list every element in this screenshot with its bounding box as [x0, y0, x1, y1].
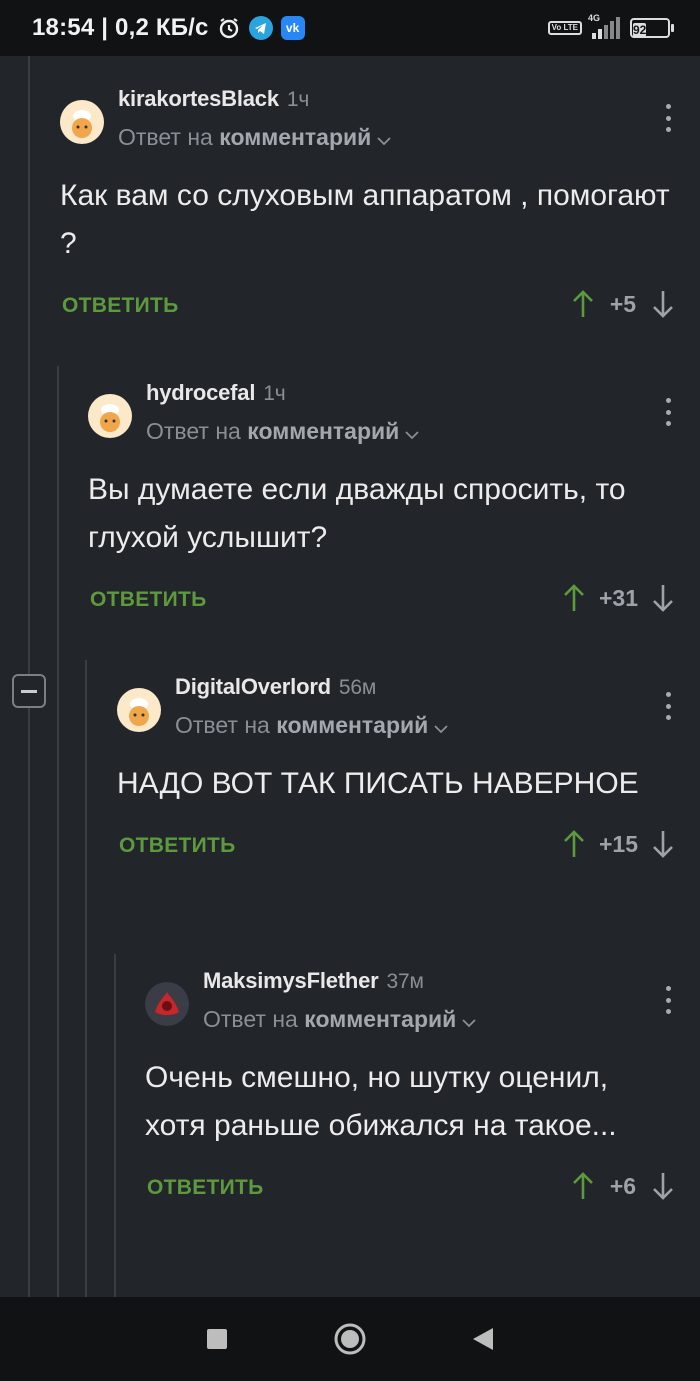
- downvote-arrow-icon[interactable]: [652, 288, 674, 320]
- comment-text: НАДО ВОТ ТАК ПИСАТЬ НАВЕРНОЕ: [117, 767, 639, 800]
- recent-apps-icon[interactable]: [197, 1319, 237, 1359]
- reply-to[interactable]: Ответ на комментарий: [203, 1006, 476, 1034]
- battery-icon: 92: [630, 18, 674, 38]
- comment-time: 1ч: [263, 382, 286, 405]
- back-icon[interactable]: [463, 1319, 503, 1359]
- more-options-icon[interactable]: [664, 986, 672, 1014]
- comment-text: Как вам со слуховым аппаратом , помогают…: [60, 179, 670, 260]
- score: +15: [598, 830, 638, 857]
- comment-header: MaksimysFlether 37м Ответ на комментарий: [145, 964, 700, 1044]
- vk-icon: vk: [280, 16, 305, 40]
- reply-to[interactable]: Ответ на комментарий: [146, 418, 419, 446]
- comment-header: kirakortesBlack 1ч Ответ на комментарий: [60, 82, 700, 162]
- status-icons: vk: [217, 16, 305, 40]
- comment-time: 1ч: [286, 88, 310, 111]
- username[interactable]: MaksimysFlether 37м: [203, 968, 424, 994]
- volte-icon: Vo LTE: [547, 21, 582, 35]
- username[interactable]: DigitalOverlord 56м: [175, 674, 376, 700]
- downvote-arrow-icon[interactable]: [652, 582, 674, 614]
- votes: +5: [572, 288, 674, 320]
- reply-button[interactable]: ОТВЕТИТЬ: [147, 1176, 264, 1200]
- status-time: 18:54 | 0,2 КБ/с: [32, 14, 209, 41]
- reply-target[interactable]: комментарий: [247, 418, 399, 444]
- score: +5: [609, 290, 637, 317]
- upvote-arrow-icon[interactable]: [563, 582, 585, 614]
- avatar[interactable]: [145, 982, 189, 1026]
- thread-line-2: [57, 366, 59, 1297]
- minus-icon: [21, 689, 37, 693]
- status-right: Vo LTE 4G 92: [547, 13, 674, 39]
- avatar[interactable]: [88, 394, 132, 438]
- downvote-arrow-icon[interactable]: [652, 828, 674, 860]
- reply-prefix: Ответ на: [118, 124, 213, 150]
- reply-button[interactable]: ОТВЕТИТЬ: [90, 588, 207, 612]
- network-type: 4G: [588, 13, 601, 23]
- telegram-icon: [248, 16, 273, 40]
- avatar[interactable]: [60, 100, 104, 144]
- comment-text: Вы думаете если дважды спросить, то глух…: [88, 473, 626, 554]
- chevron-down-icon[interactable]: [405, 419, 419, 446]
- username-text[interactable]: DigitalOverlord: [175, 674, 331, 699]
- reply-target[interactable]: комментарий: [304, 1006, 456, 1032]
- upvote-arrow-icon[interactable]: [563, 828, 585, 860]
- reply-target[interactable]: комментарий: [276, 712, 428, 738]
- screen: 18:54 | 0,2 КБ/с vk Vo LTE 4G 92 kirakor…: [0, 0, 700, 1381]
- avatar[interactable]: [117, 688, 161, 732]
- signal-icon: 4G: [588, 13, 620, 39]
- chevron-down-icon[interactable]: [462, 1007, 476, 1034]
- reply-button[interactable]: ОТВЕТИТЬ: [119, 834, 236, 858]
- status-bar: 18:54 | 0,2 КБ/с vk Vo LTE 4G 92: [0, 0, 700, 56]
- score: +31: [598, 584, 638, 611]
- comment: MaksimysFlether 37м Ответ на комментарий …: [145, 964, 700, 1218]
- comment-time: 37м: [386, 970, 424, 993]
- username-text[interactable]: MaksimysFlether: [203, 968, 379, 993]
- comment: DigitalOverlord 56м Ответ на комментарий …: [117, 670, 700, 876]
- more-options-icon[interactable]: [664, 104, 672, 132]
- home-icon[interactable]: [330, 1319, 370, 1359]
- username[interactable]: kirakortesBlack 1ч: [118, 86, 309, 112]
- more-options-icon[interactable]: [664, 692, 672, 720]
- comment-header: hydrocefal 1ч Ответ на комментарий: [88, 376, 700, 456]
- alarm-icon: [217, 16, 241, 40]
- comment: hydrocefal 1ч Ответ на комментарий Вы дум…: [88, 376, 700, 630]
- thread-line-4: [114, 954, 116, 1297]
- reply-prefix: Ответ на: [175, 712, 270, 738]
- chevron-down-icon[interactable]: [434, 713, 448, 740]
- comment-time: 56м: [338, 676, 377, 699]
- votes: +6: [572, 1170, 674, 1202]
- username[interactable]: hydrocefal 1ч: [146, 380, 286, 406]
- comment-footer: ОТВЕТИТЬ +31: [88, 574, 700, 630]
- thread-line-3: [85, 660, 87, 1297]
- comment-footer: ОТВЕТИТЬ +5: [60, 280, 700, 336]
- votes: +15: [563, 828, 674, 860]
- downvote-arrow-icon[interactable]: [652, 1170, 674, 1202]
- comment-header: DigitalOverlord 56м Ответ на комментарий: [117, 670, 700, 750]
- more-options-icon[interactable]: [664, 398, 672, 426]
- collapse-thread-button[interactable]: [12, 674, 46, 708]
- reply-to[interactable]: Ответ на комментарий: [118, 124, 391, 152]
- reply-prefix: Ответ на: [203, 1006, 298, 1032]
- username-text[interactable]: kirakortesBlack: [118, 86, 279, 111]
- comment-footer: ОТВЕТИТЬ +6: [145, 1162, 700, 1218]
- reply-target[interactable]: комментарий: [219, 124, 371, 150]
- battery-level: 92: [633, 23, 647, 37]
- votes: +31: [563, 582, 674, 614]
- username-text[interactable]: hydrocefal: [146, 380, 255, 405]
- system-nav-bar: [0, 1297, 700, 1381]
- reply-to[interactable]: Ответ на комментарий: [175, 712, 448, 740]
- upvote-arrow-icon[interactable]: [572, 288, 594, 320]
- comment-text: Очень смешно, но шутку оценил, хотя рань…: [145, 1061, 617, 1142]
- score: +6: [609, 1172, 637, 1199]
- reply-prefix: Ответ на: [146, 418, 241, 444]
- reply-button[interactable]: ОТВЕТИТЬ: [62, 294, 179, 318]
- comment: kirakortesBlack 1ч Ответ на комментарий К…: [60, 82, 700, 336]
- chevron-down-icon[interactable]: [377, 125, 391, 152]
- upvote-arrow-icon[interactable]: [572, 1170, 594, 1202]
- comment-footer: ОТВЕТИТЬ +15: [117, 820, 700, 876]
